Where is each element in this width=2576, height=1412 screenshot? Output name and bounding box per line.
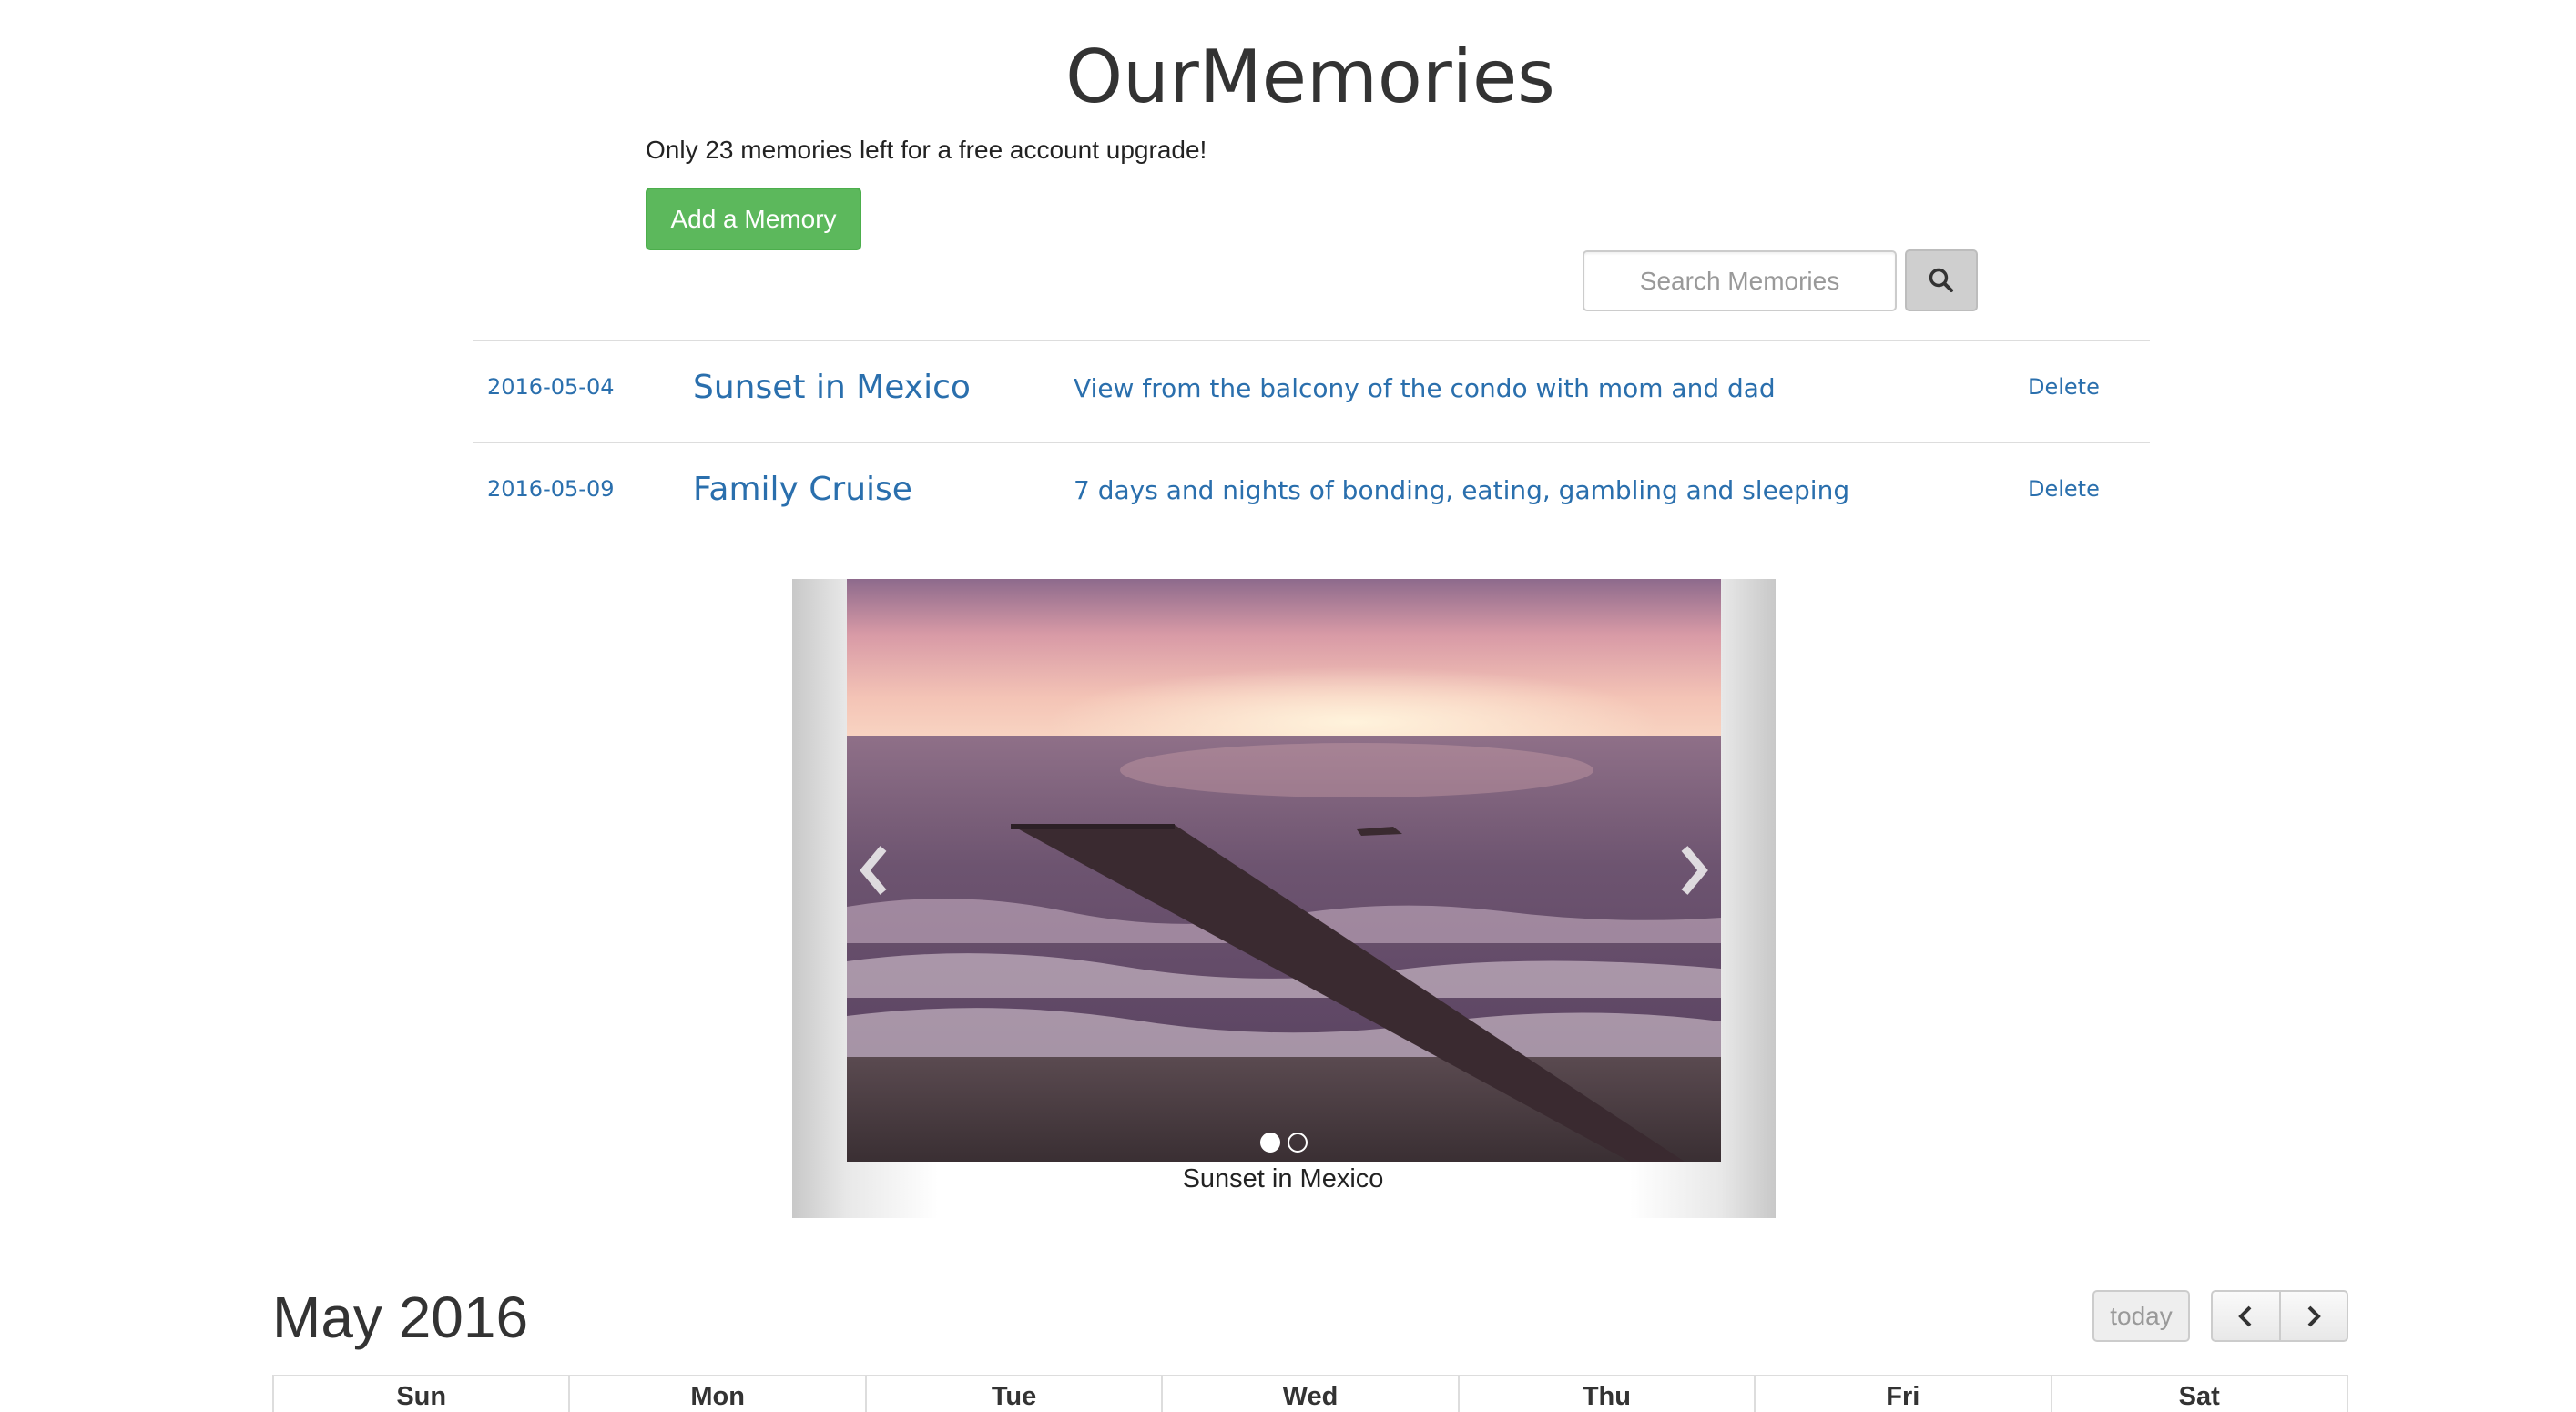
carousel-next-button[interactable] xyxy=(1666,807,1721,934)
chevron-left-icon xyxy=(860,846,887,895)
weekday-label: Tue xyxy=(864,1376,1161,1412)
memory-title[interactable]: Family Cruise xyxy=(693,471,912,508)
weekday-label: Wed xyxy=(1161,1376,1457,1412)
weekday-label: Fri xyxy=(1754,1376,2050,1412)
carousel-indicator[interactable] xyxy=(1288,1133,1308,1153)
calendar-weekday-header: Sun Mon Tue Wed Thu Fri Sat xyxy=(272,1375,2348,1412)
chevron-left-icon xyxy=(2238,1305,2252,1326)
delete-memory-button[interactable]: Delete xyxy=(2028,374,2100,400)
calendar-prev-button[interactable] xyxy=(2213,1292,2279,1340)
memory-title[interactable]: Sunset in Mexico xyxy=(693,369,971,406)
calendar-next-button[interactable] xyxy=(2278,1292,2347,1340)
search-icon xyxy=(1929,268,1953,292)
chevron-right-icon xyxy=(1681,846,1708,895)
weekday-label: Thu xyxy=(1457,1376,1754,1412)
search-input[interactable] xyxy=(1583,250,1897,311)
carousel-slide-image xyxy=(847,579,1721,1162)
memory-row: 2016-05-09 Family Cruise 7 days and nigh… xyxy=(473,442,2150,543)
carousel-indicator[interactable] xyxy=(1260,1133,1280,1153)
memory-description[interactable]: 7 days and nights of bonding, eating, ga… xyxy=(1074,475,1849,505)
search-button[interactable] xyxy=(1905,249,1978,311)
delete-memory-button[interactable]: Delete xyxy=(2028,476,2100,502)
carousel-indicators xyxy=(1257,1132,1311,1153)
carousel-prev-button[interactable] xyxy=(847,807,901,934)
page: OurMemories Only 23 memories left for a … xyxy=(0,0,2576,1412)
app-title: OurMemories xyxy=(1065,35,1555,119)
carousel-caption: Sunset in Mexico xyxy=(1182,1164,1384,1194)
memory-carousel: Sunset in Mexico xyxy=(792,579,1776,1218)
chevron-right-icon xyxy=(2307,1305,2321,1326)
memory-list: 2016-05-04 Sunset in Mexico View from th… xyxy=(473,340,2150,543)
weekday-label: Sun xyxy=(396,1382,447,1411)
upgrade-notice: Only 23 memories left for a free account… xyxy=(646,136,1207,164)
memory-row: 2016-05-04 Sunset in Mexico View from th… xyxy=(473,340,2150,442)
calendar-title: May 2016 xyxy=(272,1285,529,1350)
weekday-label: Mon xyxy=(568,1376,864,1412)
memory-date[interactable]: 2016-05-09 xyxy=(487,476,614,502)
memory-description[interactable]: View from the balcony of the condo with … xyxy=(1074,373,1776,403)
calendar-nav xyxy=(2211,1290,2348,1342)
weekday-label: Sat xyxy=(2050,1376,2347,1412)
memory-date[interactable]: 2016-05-04 xyxy=(487,374,614,400)
add-memory-button[interactable]: Add a Memory xyxy=(646,188,861,250)
today-button[interactable]: today xyxy=(2092,1290,2190,1342)
